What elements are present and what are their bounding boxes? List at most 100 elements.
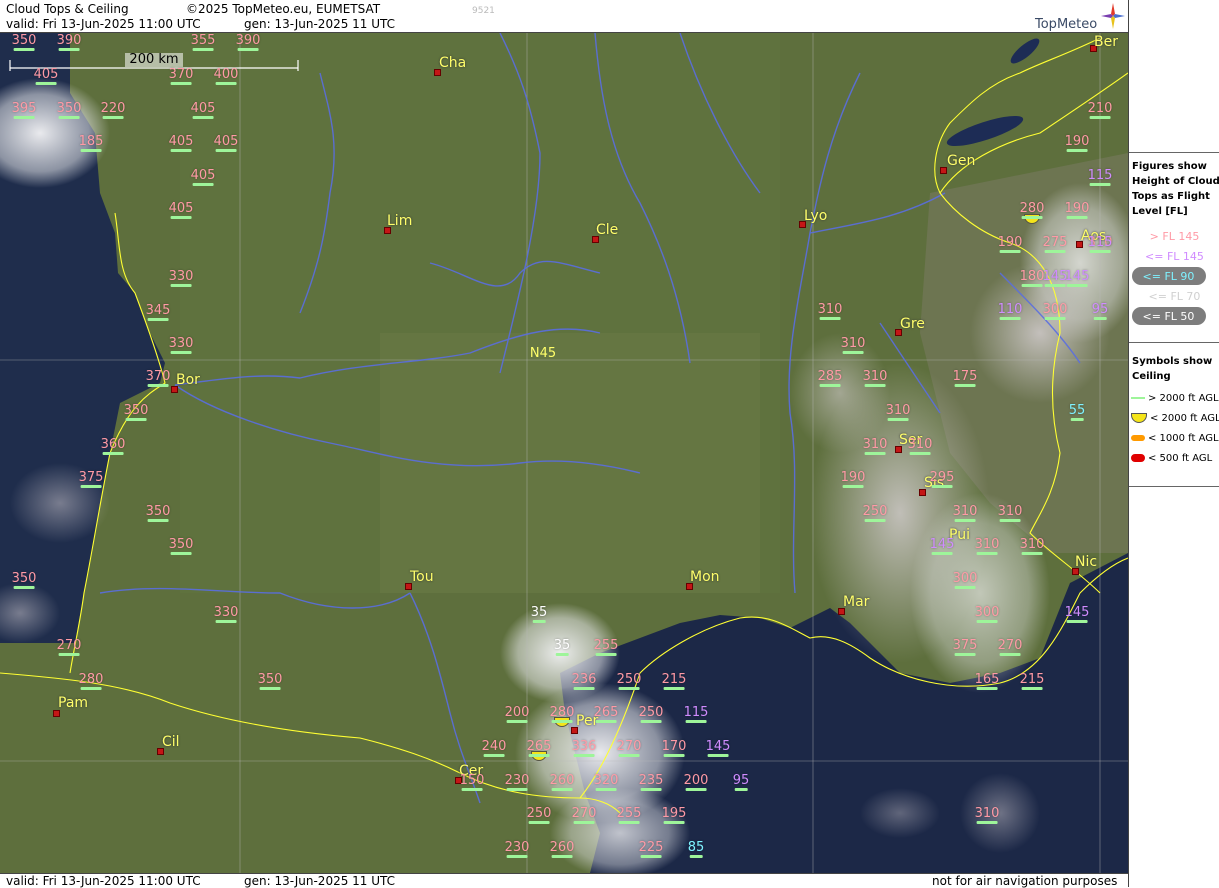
- cloud-top-figure: 350: [145, 504, 171, 522]
- generated-time: gen: 13-Jun-2025 11 UTC: [244, 17, 396, 31]
- legend-ceil-label: < 1000 ft AGL: [1148, 433, 1219, 444]
- legend-fl-gt145: > FL 145: [1149, 230, 1200, 243]
- cloud-top-figure: 115: [683, 705, 709, 723]
- cloud-top-figure: 345: [145, 303, 171, 321]
- cloud-top-figure: 300: [1042, 302, 1068, 320]
- cloud-top-figure: 200: [683, 773, 709, 791]
- cloud-top-figure: 230: [504, 773, 530, 791]
- ceiling-line-icon: [1131, 397, 1145, 399]
- cloud-top-figure: 255: [593, 638, 619, 656]
- city-label: Tou: [410, 569, 434, 585]
- cloud-top-figure: 310: [952, 504, 978, 522]
- cloud-top-figure: 250: [862, 504, 888, 522]
- cloud-top-figure: 310: [817, 302, 843, 320]
- cloud-top-figure: 95: [732, 773, 750, 791]
- city-label: Cil: [162, 734, 180, 750]
- cloud-top-figure: 405: [33, 67, 59, 85]
- legend-divider: [1129, 152, 1219, 153]
- cloud-top-figure: 350: [257, 672, 283, 690]
- cloud-top-figure: 405: [168, 201, 194, 219]
- cloud-top-figure: 375: [952, 638, 978, 656]
- cloud-top-figure: 236: [571, 672, 597, 690]
- cloud-top-figure: 95: [1091, 302, 1109, 320]
- legend-ceil-lt1000: < 1000 ft AGL: [1131, 433, 1219, 444]
- cloud-top-figure: 405: [190, 168, 216, 186]
- cloud-top-figure: 310: [974, 806, 1000, 824]
- cloud-top-figure: 310: [862, 437, 888, 455]
- city-label: Lim: [387, 213, 413, 229]
- cloud-top-figure: 265: [526, 739, 552, 757]
- city-label: Gen: [947, 153, 976, 169]
- cloud-top-figure: 240: [481, 739, 507, 757]
- legend-symbols-heading: Symbols show Ceiling: [1132, 356, 1213, 382]
- copyright-text: ©2025 TopMeteo.eu, EUMETSAT: [186, 2, 381, 16]
- cloud-top-figure: 250: [616, 672, 642, 690]
- legend-ceil-label: < 500 ft AGL: [1148, 453, 1213, 464]
- cloud-top-figure: 405: [190, 101, 216, 119]
- cloud-top-figure: 336: [571, 739, 597, 757]
- legend-ceil-gt2000: > 2000 ft AGL: [1131, 393, 1219, 404]
- cloud-top-figure: 310: [907, 437, 933, 455]
- cloud-top-figure: 235: [638, 773, 664, 791]
- city-label: Mon: [690, 569, 720, 585]
- cloud-top-figure: 390: [56, 33, 82, 51]
- map-title: Cloud Tops & Ceiling: [6, 2, 129, 16]
- cloud-top-figure: 310: [1019, 537, 1045, 555]
- satellite-map[interactable]: 200 km N45 Cha Ber Gen Lim Cle Lyo Aos G…: [0, 33, 1128, 873]
- city-marker: [940, 167, 947, 174]
- cloud-top-figure: 310: [862, 369, 888, 387]
- cloud-top-figure: 355: [190, 33, 216, 51]
- footer-valid-time: valid: Fri 13-Jun-2025 11:00 UTC: [6, 874, 201, 888]
- cloud-top-figure: 250: [638, 705, 664, 723]
- cloud-top-figure: 190: [997, 235, 1023, 253]
- cloud-top-figure: 270: [56, 638, 82, 656]
- cloud-top-figure: 195: [661, 806, 687, 824]
- cloud-top-figure: 255: [616, 806, 642, 824]
- cloud-top-figure: 145: [1064, 269, 1090, 287]
- valid-time: valid: Fri 13-Jun-2025 11:00 UTC: [6, 17, 201, 31]
- cloud-top-figure: 85: [687, 840, 705, 858]
- cloud-top-figure: 295: [929, 470, 955, 488]
- cloud-top-figure: 310: [885, 403, 911, 421]
- disclaimer-text: not for air navigation purposes: [932, 874, 1118, 888]
- cloud-top-figure: 145: [705, 739, 731, 757]
- legend-divider: [1129, 342, 1219, 343]
- cloud-top-figure: 270: [571, 806, 597, 824]
- cloud-top-figure: 55: [1068, 403, 1086, 421]
- cloud-top-figure: 270: [997, 638, 1023, 656]
- legend-fl-le70: <= FL 70: [1148, 290, 1201, 303]
- cloud-top-figure: 285: [817, 369, 843, 387]
- cloud-top-figure: 320: [593, 773, 619, 791]
- latitude-label: N45: [529, 346, 557, 361]
- cloud-top-figure: 215: [661, 672, 687, 690]
- cloud-top-figure: 400: [213, 67, 239, 85]
- cloud-top-figure: 230: [504, 840, 530, 858]
- city-label: Bor: [176, 372, 200, 388]
- compass-star-icon: [1101, 3, 1125, 29]
- header-bar: Cloud Tops & Ceiling ©2025 TopMeteo.eu, …: [0, 0, 1128, 33]
- cloud-top-figure: 405: [168, 134, 194, 152]
- city-label: Lyo: [804, 208, 828, 224]
- cloud-top-figure: 350: [11, 571, 37, 589]
- ceiling-bar-icon: [1131, 454, 1145, 462]
- cloud-top-figure: 110: [997, 302, 1023, 320]
- cloud-top-figure: 180: [1019, 269, 1045, 287]
- image-number: 9521: [472, 6, 495, 16]
- cloud-top-figure: 150: [459, 773, 485, 791]
- cloud-top-figure: 250: [526, 806, 552, 824]
- cloud-top-figure: 390: [235, 33, 261, 51]
- cloud-top-figure: 165: [974, 672, 1000, 690]
- cloud-top-figure: 185: [78, 134, 104, 152]
- scale-bar-label: 200 km: [129, 52, 179, 67]
- cloud-top-figure: 330: [168, 269, 194, 287]
- cloud-top-figure: 175: [952, 369, 978, 387]
- cloud-top-figure: 280: [1019, 201, 1045, 219]
- city-label: Pam: [58, 695, 89, 711]
- cloud-top-figure: 35: [530, 605, 548, 623]
- ceiling-bar-icon: [1131, 435, 1145, 441]
- cloud-top-figure: 260: [549, 840, 575, 858]
- cloud-top-figure: 220: [100, 101, 126, 119]
- cloud-top-figure: 275: [1042, 235, 1068, 253]
- cloud-top-figure: 270: [616, 739, 642, 757]
- city-label: Ber: [1094, 34, 1118, 50]
